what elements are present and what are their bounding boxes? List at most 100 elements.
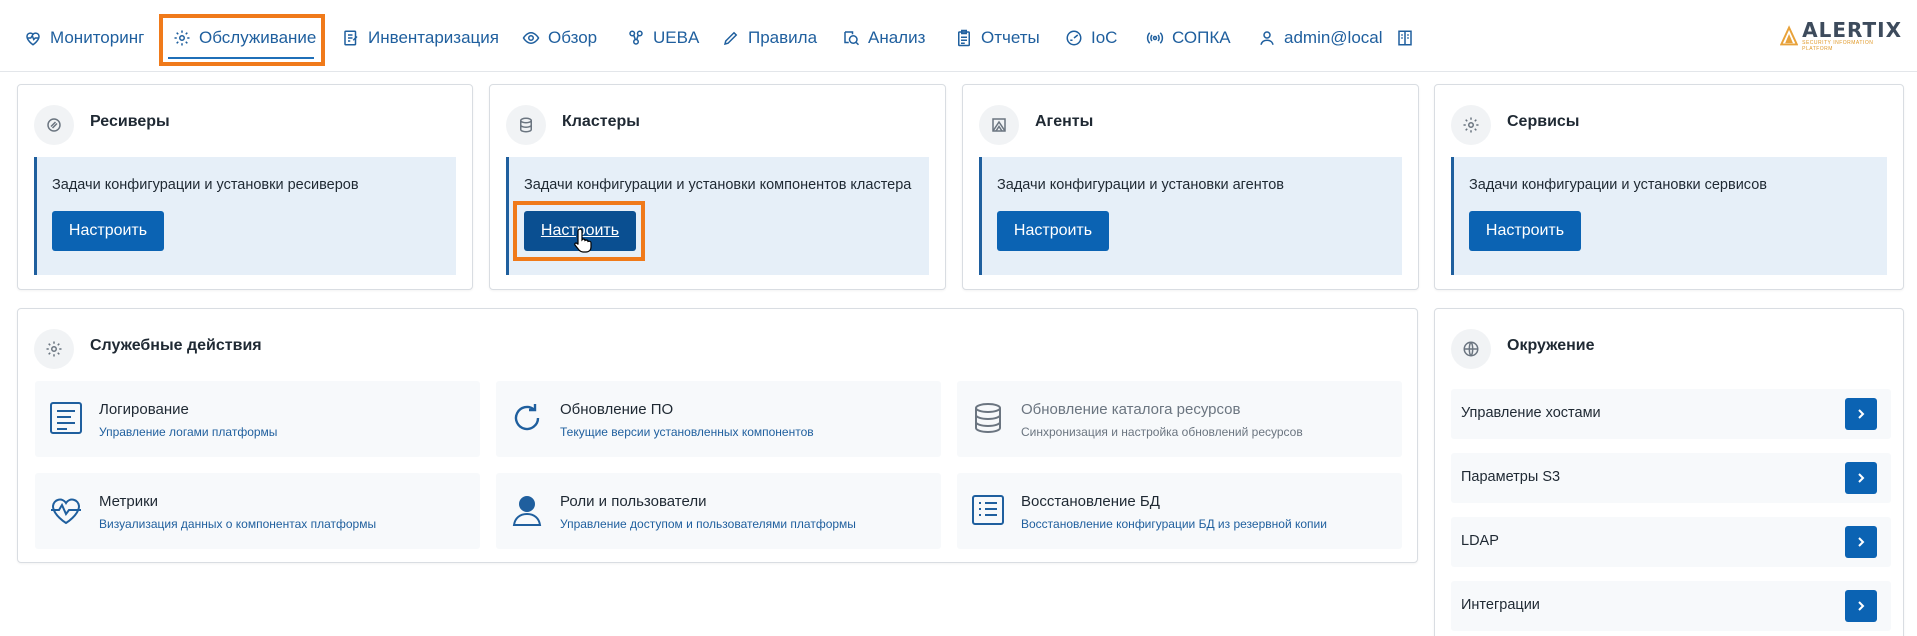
book-icon <box>1398 30 1412 46</box>
env-row-label: Параметры S3 <box>1461 469 1561 485</box>
edit-list-icon <box>344 30 358 46</box>
tile-title: Восстановление БД <box>1021 493 1160 510</box>
card-body: Задачи конфигурации и установки агентов … <box>979 157 1402 275</box>
tile-subtitle[interactable]: Управление логами платформы <box>99 425 277 439</box>
env-row-label: Интеграции <box>1461 597 1540 613</box>
card-icon-wrap <box>34 105 74 145</box>
card-description: Задачи конфигурации и установки ресиверо… <box>52 177 359 193</box>
nav-sopka[interactable]: СОПКА <box>1146 24 1231 52</box>
card-icon-wrap <box>34 329 74 369</box>
globe-icon <box>1463 341 1479 357</box>
nav-label: admin@local <box>1284 28 1383 47</box>
nav-label: Правила <box>748 28 818 47</box>
pencil-icon <box>723 31 738 46</box>
tile-title: Обновление ПО <box>560 401 674 418</box>
env-row-label: Управление хостами <box>1461 405 1601 421</box>
chevron-right-icon <box>1858 537 1865 547</box>
card-title: Агенты <box>1035 113 1094 130</box>
chevron-right-icon <box>1858 473 1865 483</box>
gear-icon <box>46 341 62 357</box>
nav-label: Мониторинг <box>50 28 145 47</box>
nav-label: Инвентаризация <box>368 28 499 47</box>
nav-label: IoC <box>1091 28 1118 47</box>
card-title: Ресиверы <box>90 113 170 130</box>
card-icon-wrap <box>1451 329 1491 369</box>
nav-overview[interactable]: Обзор <box>522 24 597 52</box>
card-description: Задачи конфигурации и установки компонен… <box>524 177 912 193</box>
card-title: Сервисы <box>1507 113 1580 130</box>
card-agents: Агенты Задачи конфигурации и установки а… <box>962 84 1419 290</box>
card-description: Задачи конфигурации и установки агентов <box>997 177 1284 193</box>
database-icon <box>520 117 532 133</box>
nav-rules[interactable]: Правила <box>722 24 817 52</box>
tile-subtitle[interactable]: Текущие версии установленных компонентов <box>560 425 814 439</box>
tile-title: Логирование <box>99 401 189 418</box>
nav-ioc[interactable]: IoC <box>1065 24 1117 52</box>
env-row-label: LDAP <box>1461 533 1499 549</box>
card-environment: Окружение Управление хостами Параметры S… <box>1434 308 1904 636</box>
tile-logging[interactable]: Логирование Управление логами платформы <box>35 381 480 457</box>
env-row-ldap[interactable]: LDAP <box>1451 517 1891 567</box>
user-role-icon <box>512 496 542 526</box>
tile-title: Роли и пользователи <box>560 493 707 510</box>
tile-title: Метрики <box>99 493 159 510</box>
open-ldap-button[interactable] <box>1845 526 1877 558</box>
configure-services-button[interactable]: Настроить <box>1469 211 1581 251</box>
clipboard-icon <box>958 29 970 47</box>
nav-analysis[interactable]: Анализ <box>842 24 925 52</box>
open-hosts-button[interactable] <box>1845 398 1877 430</box>
tile-subtitle[interactable]: Визуализация данных о компонентах платфо… <box>99 517 376 531</box>
users-network-icon <box>629 30 643 45</box>
nav-ueba[interactable]: UEBA <box>627 24 699 52</box>
alertix-logo[interactable]: ALERTIX SECURITY INFORMATION PLATFORM <box>1780 18 1902 54</box>
env-row-hosts[interactable]: Управление хостами <box>1451 389 1891 439</box>
card-description: Задачи конфигурации и установки сервисов <box>1469 177 1767 193</box>
nav-label: UEBA <box>653 28 700 47</box>
card-receivers: Ресиверы Задачи конфигурации и установки… <box>17 84 473 290</box>
open-integrations-button[interactable] <box>1845 590 1877 622</box>
card-body: Задачи конфигурации и установки ресиверо… <box>34 157 456 275</box>
tile-roles-users[interactable]: Роли и пользователи Управление доступом … <box>496 473 941 549</box>
log-list-icon <box>50 402 82 434</box>
logo-mark-icon <box>1780 25 1799 46</box>
tile-title: Обновление каталога ресурсов <box>1021 401 1241 418</box>
card-icon-wrap <box>979 105 1019 145</box>
nav-label: Анализ <box>868 28 926 47</box>
env-row-integrations[interactable]: Интеграции <box>1451 581 1891 631</box>
shield-gauge-icon <box>1066 30 1082 46</box>
nav-label: Отчеты <box>981 28 1040 47</box>
magnify-analysis-icon <box>844 31 860 46</box>
receiver-icon <box>47 118 61 132</box>
open-s3-button[interactable] <box>1845 462 1877 494</box>
tile-software-update[interactable]: Обновление ПО Текущие версии установленн… <box>496 381 941 457</box>
card-service-actions: Служебные действия Логирование Управлени… <box>17 308 1418 563</box>
tile-metrics[interactable]: Метрики Визуализация данных о компонента… <box>35 473 480 549</box>
database-stack-icon <box>975 403 1001 434</box>
gear-icon <box>1463 117 1479 133</box>
user-icon <box>1260 31 1274 45</box>
tile-subtitle[interactable]: Управление доступом и пользователями пла… <box>560 517 856 531</box>
env-row-s3[interactable]: Параметры S3 <box>1451 453 1891 503</box>
card-title: Окружение <box>1507 337 1595 354</box>
highlight-frame-nav <box>159 14 325 66</box>
nav-inventory[interactable]: Инвентаризация <box>342 24 499 52</box>
hand-cursor-icon <box>574 228 592 253</box>
card-services: Сервисы Задачи конфигурации и установки … <box>1434 84 1904 290</box>
chevron-right-icon <box>1858 601 1865 611</box>
agent-icon <box>992 118 1006 132</box>
card-icon-wrap <box>506 105 546 145</box>
card-icon-wrap <box>1451 105 1491 145</box>
configure-agents-button[interactable]: Настроить <box>997 211 1109 251</box>
tile-subtitle[interactable]: Восстановление конфигурации БД из резерв… <box>1021 517 1327 531</box>
nav-user-account[interactable]: admin@local <box>1258 24 1383 52</box>
card-body: Задачи конфигурации и установки сервисов… <box>1451 157 1887 275</box>
nav-monitoring[interactable]: Мониторинг <box>24 24 144 52</box>
tile-db-restore[interactable]: Восстановление БД Восстановление конфигу… <box>957 473 1402 549</box>
broadcast-icon <box>1146 32 1164 44</box>
card-title: Кластеры <box>562 113 640 130</box>
nav-reports[interactable]: Отчеты <box>955 24 1040 52</box>
refresh-icon <box>514 404 540 431</box>
chevron-right-icon <box>1858 409 1865 419</box>
configure-receivers-button[interactable]: Настроить <box>52 211 164 251</box>
nav-docs[interactable] <box>1396 24 1414 52</box>
